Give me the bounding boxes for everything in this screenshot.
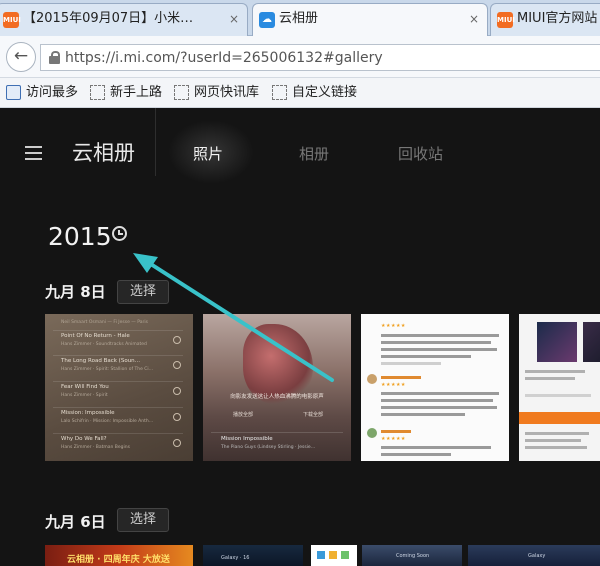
address-bar: ← https://i.mi.com/?userId=265006132#gal… [0, 36, 600, 78]
banner-text: 云相册 · 四周年庆 大放送 [67, 555, 170, 565]
tab-albums[interactable]: 相册 [299, 145, 329, 163]
avatar [367, 428, 377, 438]
header-divider [155, 108, 156, 176]
photo-thumbnail[interactable] [311, 545, 357, 566]
star-rating-icon: ★★★★★ [381, 436, 406, 442]
download-bar [519, 412, 600, 424]
date-group-label: 九月 8日 [45, 283, 106, 301]
url-input[interactable]: https://i.mi.com/?userId=265006132#galle… [40, 44, 600, 71]
movie-song-row: Mission Impossible The Piano Guys (Linds… [211, 432, 343, 456]
tab-title: MIUI官方网站 [517, 11, 598, 26]
miui-favicon-icon: MIUI [3, 12, 21, 28]
play-all-label: 播放全部 [233, 412, 254, 418]
star-rating-icon: ★★★★★ [381, 382, 406, 388]
album-cover [537, 322, 577, 362]
add-icon [173, 413, 181, 421]
browser-tab-cloud-album[interactable]: ☁ 云相册 × [252, 3, 488, 36]
playlist-row: The Long Road Back (Soun… Hans Zimmer · … [53, 355, 183, 377]
thumb-text: Galaxy · 16 [221, 555, 250, 561]
bookmark-label: 新手上路 [110, 85, 163, 100]
add-icon [173, 439, 181, 447]
playlist-row: Mission: Impossible Lalo Schifrin · Miss… [53, 407, 183, 429]
bookmark-page-icon [90, 85, 105, 100]
bookmark-page-icon [272, 85, 287, 100]
add-icon [173, 336, 181, 344]
browser-tab-miui[interactable]: MIUI MIUI官方网站 [490, 3, 600, 36]
tab-close-icon[interactable]: × [469, 4, 479, 34]
photo-thumbnail[interactable]: Galaxy · 16 [203, 545, 303, 566]
download-all-label: 下载全部 [302, 412, 323, 418]
browser-tab-news[interactable]: MIUI 【2015年09月07日】小米… × [0, 3, 248, 36]
star-rating-icon: ★★★★★ [381, 323, 406, 329]
add-icon [173, 361, 181, 369]
song-artist: Hans Zimmer · Spirit [61, 393, 108, 398]
bookmark-label: 访问最多 [26, 85, 79, 100]
playlist-row: Point Of No Return - Hale Hans Zimmer · … [53, 330, 183, 352]
app-title: 云相册 [72, 141, 135, 165]
bookmark-label: 自定义链接 [292, 85, 358, 100]
tab-photos[interactable]: 照片 [193, 145, 223, 163]
photo-thumbnail-store[interactable] [519, 314, 600, 461]
song-artist: Hans Zimmer · Spirit: Stallion of The Ci… [61, 367, 154, 372]
song-title: Why Do We Fall? [61, 436, 107, 442]
select-button[interactable]: 选择 [117, 280, 169, 304]
tab-title: 云相册 [279, 11, 319, 26]
cloud-album-app: 云相册 照片 相册 回收站 2015 九月 8日 选择 Neil Smaart … [0, 108, 600, 566]
thumb-text: Coming Soon [396, 553, 430, 559]
song-artist: The Piano Guys (Lindsey Stirling · Jessi… [221, 445, 316, 450]
cloud-favicon-icon: ☁ [259, 12, 275, 28]
song-title: Mission: Impossible [61, 410, 115, 416]
bookmark-getting-started[interactable]: 新手上路 [88, 84, 162, 102]
back-button[interactable]: ← [6, 42, 36, 72]
photo-thumbnail-banner[interactable]: 云相册 · 四周年庆 大放送 [45, 545, 193, 566]
playlist-row: Why Do We Fall? Hans Zimmer · Batman Beg… [53, 433, 183, 455]
song-artist: Hans Zimmer · Soundtracks Animated [61, 342, 147, 347]
bookmark-page-icon [174, 85, 189, 100]
thumb-text: Galaxy [528, 553, 546, 559]
song-artist: Hans Zimmer · Batman Begins [61, 445, 130, 450]
song-title: Fear Will Find You [61, 384, 109, 390]
playlist-row: Fear Will Find You Hans Zimmer · Spirit [53, 381, 183, 403]
photo-thumbnail[interactable]: Coming Soon [362, 545, 462, 566]
bookmarks-bar: 访问最多 新手上路 网页快讯库 自定义链接 [0, 78, 600, 108]
select-button[interactable]: 选择 [117, 508, 169, 532]
bookmark-label: 网页快讯库 [194, 85, 260, 100]
photo-thumbnail-playlist[interactable]: Neil Smaart Osmani — Fi Jesse — Paris Po… [45, 314, 193, 461]
bookmark-page-icon [6, 85, 21, 100]
tab-title: 【2015年09月07日】小米… [23, 11, 194, 26]
playlist-header: Neil Smaart Osmani — Fi Jesse — Paris [61, 320, 148, 325]
photo-thumbnail-movie[interactable]: 向影友发送这让人热血沸腾的电影原声 播放全部 下载全部 Mission Impo… [203, 314, 351, 461]
menu-icon[interactable] [25, 146, 42, 160]
bookmark-most-visited[interactable]: 访问最多 [4, 84, 78, 102]
song-title: Mission Impossible [221, 436, 273, 442]
song-title: Point Of No Return - Hale [61, 333, 130, 339]
clock-icon[interactable] [112, 226, 127, 241]
movie-caption: 向影友发送这让人热血沸腾的电影原声 [230, 394, 324, 400]
song-artist: Lalo Schifrin · Mission: Impossible Anth… [61, 419, 154, 424]
photo-thumbnail-reviews[interactable]: ★★★★★ ★★★★★ ★★★★★ [361, 314, 509, 461]
miui-favicon-icon: MIUI [497, 12, 515, 28]
url-text: https://i.mi.com/?userId=265006132#galle… [65, 50, 383, 66]
bookmark-web-slices[interactable]: 网页快讯库 [172, 84, 259, 102]
app-header: 云相册 照片 相册 回收站 [0, 108, 600, 200]
album-cover [583, 322, 600, 362]
add-icon [173, 387, 181, 395]
browser-tab-bar: MIUI 【2015年09月07日】小米… × ☁ 云相册 × MIUI MIU… [0, 0, 600, 36]
date-group-label: 九月 6日 [45, 513, 106, 531]
tab-recycle-bin[interactable]: 回收站 [398, 145, 443, 163]
lock-icon [49, 51, 60, 64]
song-title: The Long Road Back (Soun… [61, 358, 141, 364]
bookmark-custom-links[interactable]: 自定义链接 [270, 84, 357, 102]
year-heading: 2015 [48, 222, 112, 251]
tab-close-icon[interactable]: × [229, 4, 239, 34]
photo-thumbnail[interactable]: Galaxy [468, 545, 600, 566]
avatar [367, 374, 377, 384]
